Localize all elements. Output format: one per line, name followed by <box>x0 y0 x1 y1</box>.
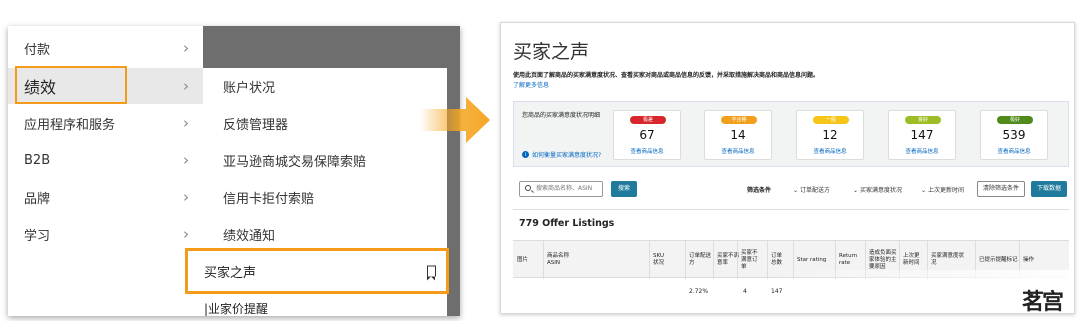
column-header: 订单配送 方 <box>685 241 713 279</box>
menu-item-performance[interactable]: 绩效 › <box>8 68 203 104</box>
status-card-very-poor: 极差 67 查看商品信息 <box>613 110 681 160</box>
status-count: 12 <box>822 128 838 142</box>
view-listings-link[interactable]: 查看商品信息 <box>889 147 955 155</box>
learn-more-link[interactable]: 了解更多信息 <box>513 80 549 89</box>
column-header[interactable]: 商品名称 ASIN <box>543 241 651 279</box>
menu-item-label: 品牌 <box>24 191 51 207</box>
menu-item-label: B2B <box>24 152 51 168</box>
screenshot-stage: 付款 › 绩效 › 应用程序和服务 › B2B › 品牌 › 学习 › 账户状况… <box>0 0 1080 321</box>
listings-table: 779 Offer Listings 图片 商品名称 ASIN SKU 状况 订… <box>513 209 1073 310</box>
search-filter-bar: 搜索商品名称、ASIN 搜索 筛选条件 ⌄ 订单配送方 ⌄ 买家满意度状况 ⌄ … <box>513 181 1069 197</box>
chevron-right-icon: › <box>183 225 189 243</box>
status-count: 539 <box>1002 128 1026 142</box>
status-card-fair: 一般 12 查看商品信息 <box>796 110 864 160</box>
menu-item-label: 绩效 <box>24 78 57 97</box>
status-badge: 良好 <box>905 116 941 124</box>
filter-option-label: 上次更新时间 <box>927 187 964 194</box>
submenu-item-feedback-manager[interactable]: 反馈管理器 <box>203 105 447 142</box>
chevron-right-icon: › <box>183 188 189 206</box>
chevron-right-icon: › <box>183 77 189 95</box>
status-badge: 极好 <box>997 116 1033 124</box>
view-listings-link[interactable]: 查看商品信息 <box>981 147 1047 155</box>
listings-count-title: 779 Offer Listings <box>519 218 615 229</box>
chevron-right-icon: › <box>183 114 189 132</box>
status-card-excellent: 极好 539 查看商品信息 <box>980 110 1048 160</box>
submenu-item-label: 买家之声 <box>204 265 257 281</box>
dissatisfied-orders-cell: 4 <box>743 288 747 295</box>
arrow-right-icon <box>420 97 490 143</box>
voice-of-customer-page: 买家之声 使用此页面了解商品的买家满意度状况、查看买家对商品或商品信息的反馈，并… <box>500 22 1075 314</box>
view-listings-link[interactable]: 查看商品信息 <box>705 147 771 155</box>
filter-updated-dropdown[interactable]: ⌄ 上次更新时间 <box>921 185 964 194</box>
search-button[interactable]: 搜索 <box>611 181 637 197</box>
menu-item-label: 应用程序和服务 <box>24 117 116 133</box>
summary-label: 您商品的买家满意度状况明细 <box>522 112 601 119</box>
filter-satisfaction-dropdown[interactable]: ⌄ 买家满意度状况 <box>853 185 902 194</box>
menu-item-learn[interactable]: 学习 › <box>8 216 203 252</box>
status-badge: 不合格 <box>721 116 757 124</box>
navigation-menu: 付款 › 绩效 › 应用程序和服务 › B2B › 品牌 › 学习 › 账户状况… <box>8 26 460 316</box>
search-icon <box>525 185 531 191</box>
status-card-good: 良好 147 查看商品信息 <box>888 110 956 160</box>
menu-item-label: 付款 <box>24 42 51 58</box>
chevron-right-icon: › <box>183 39 189 57</box>
satisfaction-summary-panel: 您商品的买家满意度状况明细 i 如何衡量买家满意度状况? 极差 67 查看商品信… <box>513 101 1069 167</box>
submenu-item-account-health[interactable]: 账户状况 <box>203 68 447 105</box>
submenu-item-voice-of-customer[interactable]: 买家之声 <box>185 248 449 294</box>
filter-label: 筛选条件 <box>747 187 772 194</box>
menu-item-label: 学习 <box>24 228 51 244</box>
status-count: 67 <box>639 128 655 142</box>
help-link-text: 如何衡量买家满意度状况? <box>532 152 602 159</box>
column-header: 图片 <box>517 256 529 263</box>
help-link[interactable]: i 如何衡量买家满意度状况? <box>522 150 601 159</box>
menu-item-brand[interactable]: 品牌 › <box>8 179 203 215</box>
search-input[interactable]: 搜索商品名称、ASIN <box>519 181 603 197</box>
watermark-logo: 茗宫 <box>1022 289 1064 315</box>
page-title: 买家之声 <box>513 41 590 63</box>
status-card-poor: 不合格 14 查看商品信息 <box>704 110 772 160</box>
menu-item-payments[interactable]: 付款 › <box>8 30 203 66</box>
filter-option-label: 订单配送方 <box>799 187 830 194</box>
view-listings-link[interactable]: 查看商品信息 <box>614 147 680 155</box>
info-icon: i <box>522 151 529 158</box>
status-badge: 极差 <box>630 116 666 124</box>
submenu-item-chargeback-claims[interactable]: 信用卡拒付索赔 <box>203 179 447 216</box>
column-header[interactable]: 买家不 满意订 单 <box>737 241 763 279</box>
bookmark-icon[interactable] <box>426 265 436 281</box>
submenu-item-a-to-z-claims[interactable]: 亚马逊商城交易保障索赔 <box>203 142 447 179</box>
column-header: SKU 状况 <box>649 241 683 279</box>
menu-primary-column: 付款 › 绩效 › 应用程序和服务 › B2B › 品牌 › 学习 › <box>8 26 203 316</box>
filter-option-label: 买家满意度状况 <box>859 187 902 194</box>
filter-fulfillment-dropdown[interactable]: ⌄ 订单配送方 <box>793 185 830 194</box>
search-placeholder: 搜索商品名称、ASIN <box>536 185 593 192</box>
menu-item-b2b[interactable]: B2B › <box>8 142 203 178</box>
clear-filters-button[interactable]: 清除筛选条件 <box>977 181 1025 197</box>
status-count: 14 <box>730 128 746 142</box>
submenu-item-partial: |业家价提醒 <box>204 302 269 316</box>
page-description: 使用此页面了解商品的买家满意度状况、查看买家对商品或商品信息的反馈，并采取措施解… <box>513 72 820 79</box>
status-count: 147 <box>910 128 934 142</box>
column-header[interactable]: 买家不满 意率 <box>713 241 739 279</box>
menu-item-apps-services[interactable]: 应用程序和服务 › <box>8 105 203 141</box>
status-badge: 一般 <box>813 116 849 124</box>
dissatisfaction-rate-cell: 2.72% <box>689 288 709 295</box>
chevron-right-icon: › <box>183 151 189 169</box>
download-data-button[interactable]: 下载数据 <box>1031 181 1067 197</box>
view-listings-link[interactable]: 查看商品信息 <box>797 147 863 155</box>
